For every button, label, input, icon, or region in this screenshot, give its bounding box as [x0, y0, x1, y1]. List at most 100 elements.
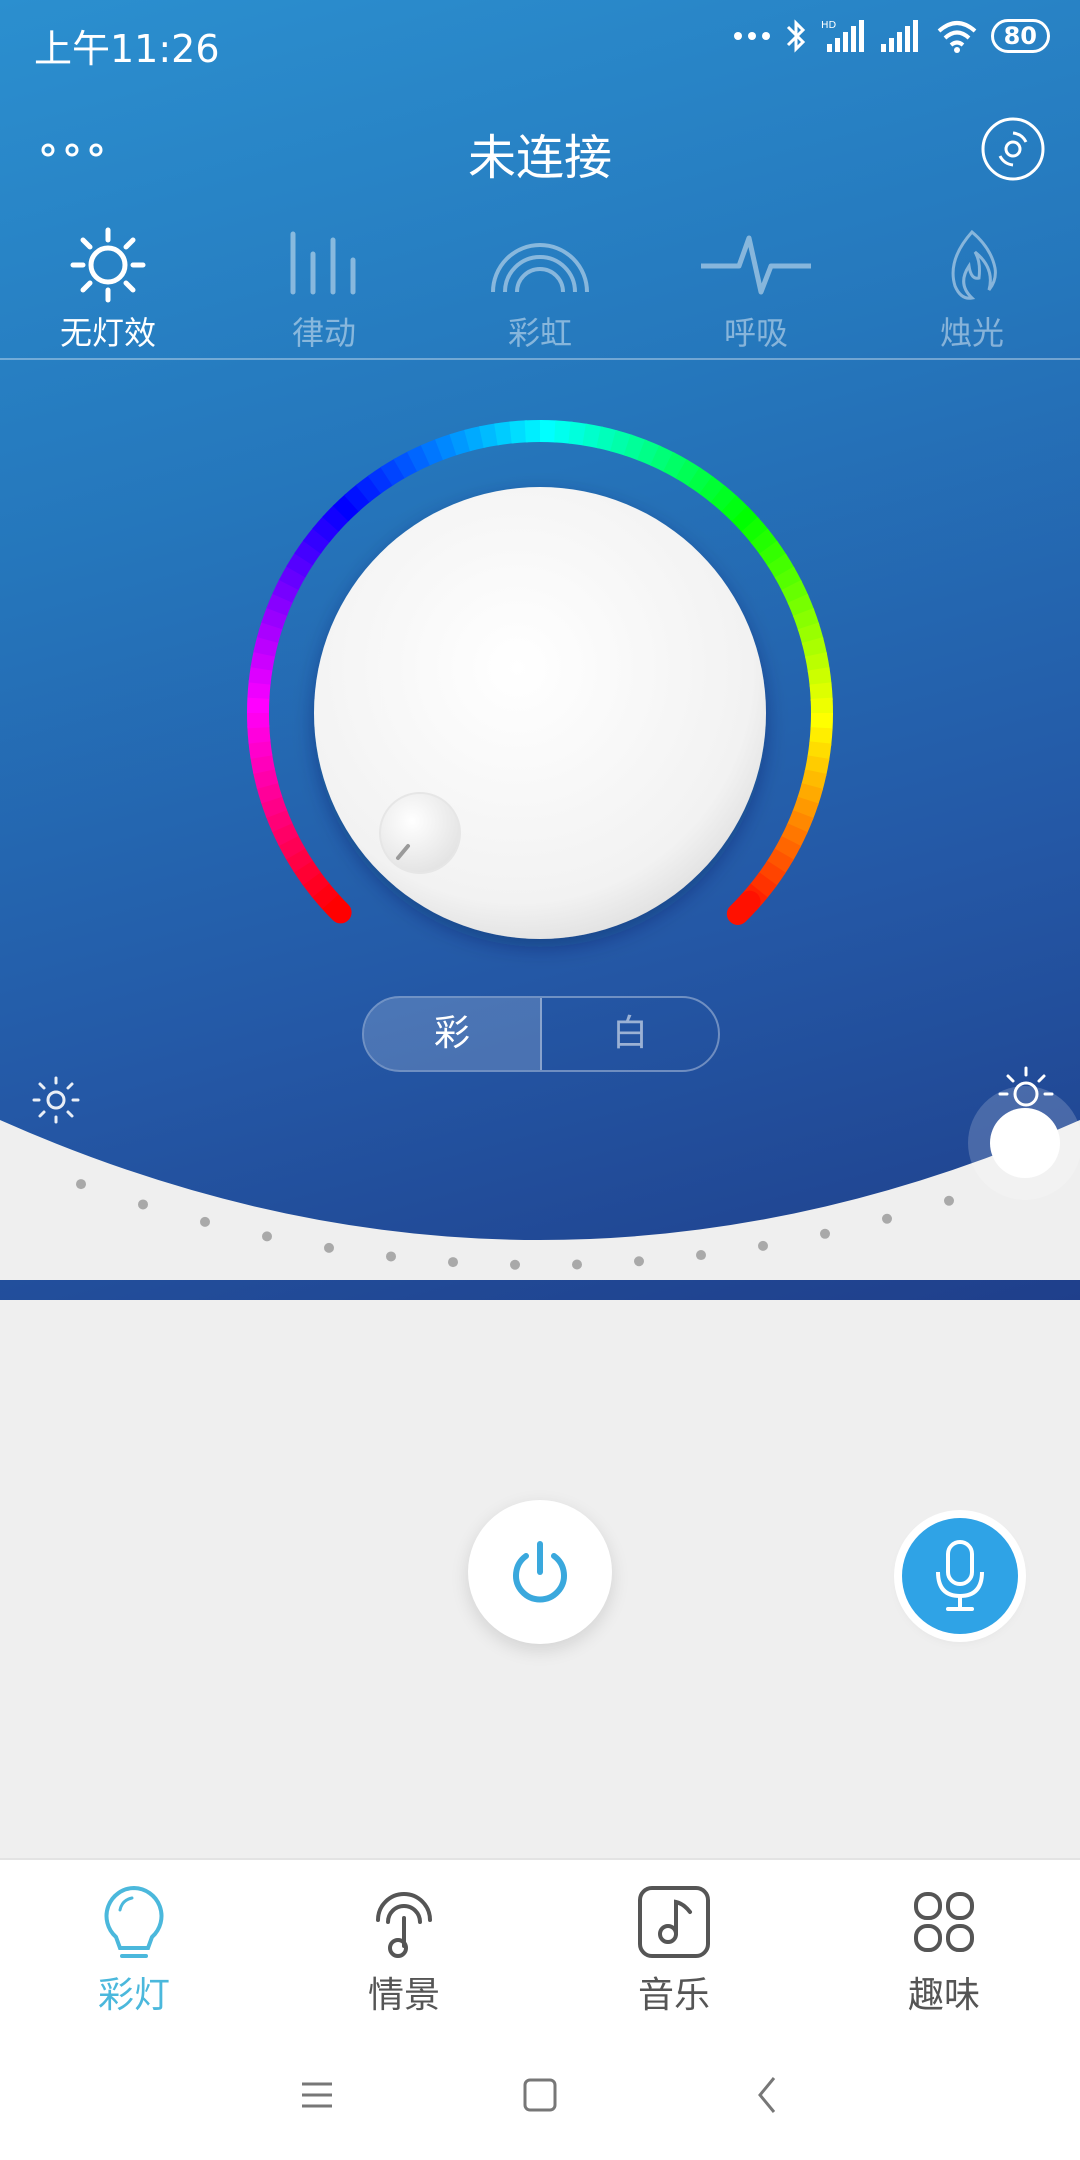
home-icon[interactable]	[515, 2070, 565, 2120]
ring-segment	[252, 767, 279, 789]
ring-segment	[266, 591, 294, 616]
ring-segment	[247, 724, 271, 744]
ring-segment	[759, 540, 787, 568]
ring-segment	[343, 483, 372, 512]
ring-segment	[582, 423, 604, 449]
ring-segment	[792, 796, 819, 821]
ring-segment	[302, 526, 331, 554]
knob-indicator	[379, 792, 461, 874]
ring-segment	[786, 810, 814, 835]
ring-segment	[271, 821, 299, 847]
color-knob[interactable]	[314, 487, 766, 939]
ring-segment	[539, 420, 558, 443]
ring-segment	[797, 622, 824, 645]
ring-segment	[807, 667, 832, 687]
ring-segment	[774, 566, 803, 592]
ring-segment	[256, 781, 283, 804]
ring-segment	[741, 516, 770, 545]
tab-color-light[interactable]: 彩灯	[44, 1882, 224, 2018]
ring-segment	[277, 834, 306, 860]
brightness-slider-thumb[interactable]	[990, 1108, 1060, 1178]
ring-segment	[464, 425, 486, 452]
power-button[interactable]	[468, 1500, 612, 1644]
ring-segment	[322, 504, 350, 532]
tab-label: 趣味	[907, 1975, 980, 2016]
brightness-dot	[510, 1259, 520, 1270]
tab-label: 音乐	[637, 1975, 710, 2016]
ring-segment	[265, 808, 293, 833]
tab-music[interactable]: 音乐	[584, 1882, 764, 2018]
ring-segment	[731, 505, 760, 534]
ring-segment	[780, 823, 808, 849]
tab-label: 情景	[367, 1975, 440, 2016]
brightness-dot	[882, 1213, 892, 1224]
brightness-dot	[572, 1259, 582, 1270]
ring-segment	[699, 475, 727, 504]
ring-segment	[434, 433, 459, 461]
tab-scene[interactable]: 情景	[314, 1882, 494, 2018]
ring-segment	[355, 474, 383, 503]
brightness-dot	[386, 1251, 396, 1262]
menu-icon[interactable]	[292, 2070, 342, 2120]
ring-segment	[256, 620, 283, 643]
ring-segment	[250, 753, 275, 774]
ring-segment	[809, 682, 833, 702]
mode-toggle: 彩 白	[362, 996, 720, 1072]
ring-segment	[781, 579, 809, 605]
ring-segment	[317, 889, 352, 924]
ring-segment	[247, 680, 271, 699]
ring-segment	[332, 493, 361, 522]
brightness-dot	[262, 1231, 272, 1242]
ring-segment	[272, 577, 300, 603]
ring-segment	[248, 664, 273, 685]
tab-label: 彩灯	[97, 1975, 170, 2016]
ring-segment	[286, 551, 314, 578]
ring-segment	[801, 637, 828, 659]
ring-segment	[767, 553, 795, 580]
ring-segment	[650, 445, 676, 473]
ring-segment	[687, 467, 715, 496]
tab-fun[interactable]: 趣味	[854, 1882, 1034, 2018]
ring-segment	[596, 426, 619, 452]
bottom-tab-bar: 彩灯 情景 音乐 趣味	[0, 1858, 1080, 2034]
ring-segment	[637, 439, 662, 467]
ring-segment	[494, 421, 514, 446]
ring-segment	[261, 605, 288, 630]
ring-segment	[310, 881, 339, 910]
ring-segment	[509, 420, 529, 444]
back-icon[interactable]	[744, 2070, 794, 2120]
brightness-dot	[820, 1228, 830, 1239]
ring-segment	[406, 444, 432, 472]
microphone-icon	[936, 1540, 984, 1611]
ring-segment	[726, 890, 761, 925]
bulb-icon	[104, 1885, 164, 1958]
ring-segment	[810, 712, 833, 731]
ring-segment	[393, 450, 419, 479]
white-mode-button[interactable]: 白	[542, 998, 718, 1070]
ring-segment	[380, 458, 407, 486]
ring-segment	[773, 835, 802, 862]
ring-segment	[253, 634, 279, 657]
ring-segment	[420, 438, 445, 466]
ring-segment	[710, 485, 738, 514]
brightness-dot	[758, 1240, 768, 1251]
grid-icon	[914, 1892, 974, 1952]
ring-segment	[294, 538, 323, 566]
ring-segment	[285, 846, 313, 873]
ring-segment	[766, 848, 794, 875]
ring-segment	[278, 564, 307, 591]
brightness-dot	[944, 1195, 954, 1206]
color-mode-button[interactable]: 彩	[364, 998, 542, 1070]
ring-segment	[792, 607, 820, 632]
voice-button[interactable]	[902, 1518, 1018, 1634]
brightness-dot	[138, 1199, 148, 1210]
ring-segment	[805, 652, 830, 673]
touch-icon	[376, 1892, 432, 1958]
brightness-dot	[200, 1216, 210, 1227]
brightness-dot	[76, 1179, 86, 1190]
brightness-arc	[0, 1120, 1080, 1280]
music-note-icon	[638, 1886, 710, 1958]
ring-segment	[809, 727, 833, 746]
ring-segment	[804, 755, 830, 777]
ring-segment	[301, 870, 330, 898]
